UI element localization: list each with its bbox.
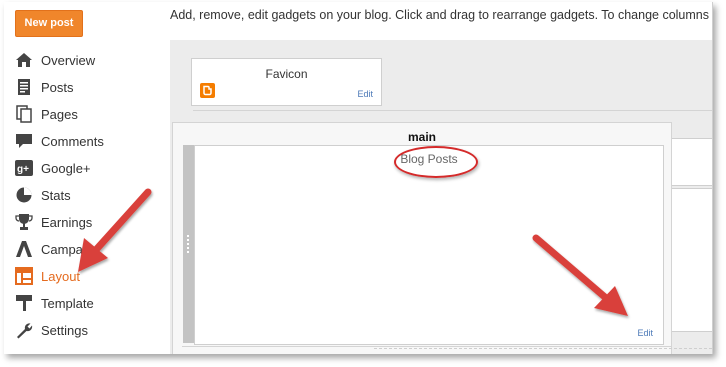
right-column-gadget[interactable] — [666, 138, 712, 186]
pages-icon — [15, 105, 33, 123]
sidebar-item-layout[interactable]: Layout — [15, 265, 80, 287]
sidebar-item-label: Pages — [41, 106, 78, 122]
sidebar-item-label: Settings — [41, 322, 88, 338]
sidebar-item-label: Comments — [41, 133, 104, 149]
sidebar-item-label: Template — [41, 295, 94, 311]
sidebar-item-label: Campai — [41, 241, 86, 257]
main-section-label: main — [407, 130, 436, 144]
posts-icon — [15, 78, 33, 96]
sidebar-item-label: Posts — [41, 79, 74, 95]
page-instructions: Add, remove, edit gadgets on your blog. … — [170, 8, 713, 22]
stats-icon — [15, 186, 33, 204]
favicon-edit-link[interactable]: Edit — [357, 89, 373, 99]
drag-grip-icon — [187, 235, 192, 253]
sidebar-item-pages[interactable]: Pages — [15, 103, 78, 125]
blogger-layout-window: New post Overview Posts Pages Comments g… — [4, 2, 713, 354]
sidebar-item-earnings[interactable]: Earnings — [15, 211, 92, 233]
campaigns-icon — [15, 240, 33, 258]
blogger-logo-icon — [200, 83, 215, 98]
blog-posts-edit-link[interactable]: Edit — [637, 328, 653, 338]
sidebar-item-stats[interactable]: Stats — [15, 184, 71, 206]
layout-icon — [15, 267, 33, 285]
dotted-divider — [374, 348, 712, 349]
sidebar-item-campaigns[interactable]: Campai — [15, 238, 86, 260]
home-icon — [15, 51, 33, 69]
sidebar-item-label: Earnings — [41, 214, 93, 230]
drag-handle[interactable] — [183, 145, 194, 343]
sidebar-item-overview[interactable]: Overview — [15, 49, 95, 71]
new-post-button[interactable]: New post — [15, 10, 83, 37]
template-icon — [15, 294, 33, 312]
favicon-gadget[interactable]: Favicon Edit — [191, 58, 382, 106]
comments-icon — [15, 132, 33, 150]
sidebar-item-template[interactable]: Template — [15, 292, 94, 314]
favicon-gadget-title: Favicon — [265, 67, 308, 81]
trophy-icon — [15, 213, 33, 231]
right-column-gadget[interactable] — [666, 188, 712, 332]
sidebar: New post Overview Posts Pages Comments g… — [4, 2, 164, 354]
wrench-icon — [15, 321, 33, 339]
sidebar-item-comments[interactable]: Comments — [15, 130, 104, 152]
sidebar-item-label: Layout — [41, 268, 81, 284]
sidebar-item-posts[interactable]: Posts — [15, 76, 74, 98]
sidebar-item-label: Stats — [41, 187, 71, 203]
google-plus-icon: g+ — [15, 159, 33, 177]
svg-text:g+: g+ — [17, 164, 29, 175]
annotation-circle — [394, 146, 478, 178]
sidebar-item-label: Overview — [41, 52, 96, 68]
sidebar-item-google-plus[interactable]: g+ Google+ — [15, 157, 91, 179]
sidebar-item-label: Google+ — [41, 160, 91, 176]
sidebar-item-settings[interactable]: Settings — [15, 319, 88, 341]
